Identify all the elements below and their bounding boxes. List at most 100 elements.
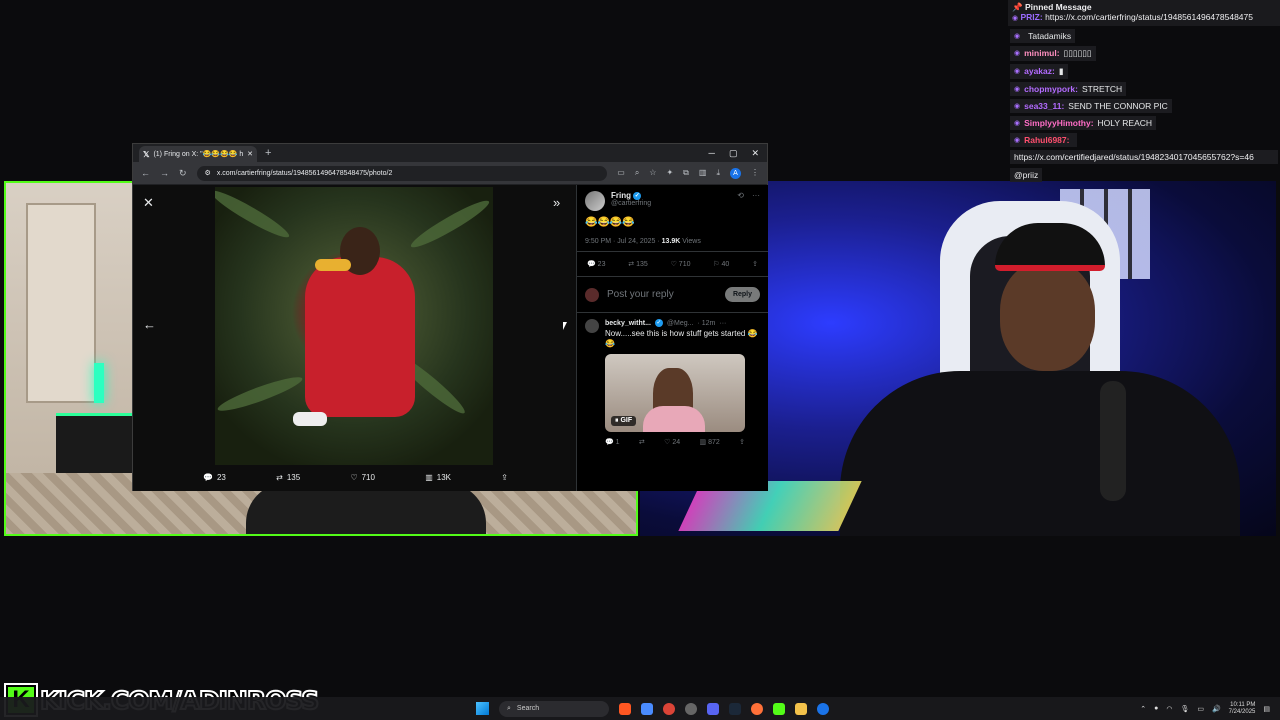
verified-badge-icon: ✓	[654, 319, 663, 327]
like-action[interactable]: ♡ 710	[350, 473, 375, 482]
reply-gif[interactable]: ⏸ GIF	[605, 353, 745, 432]
new-tab-button[interactable]: +	[265, 147, 271, 159]
chrome-icon[interactable]	[663, 702, 675, 715]
chat-username[interactable]: sea33_11:	[1024, 101, 1064, 111]
start-button-icon[interactable]	[476, 702, 489, 715]
chrome-active-icon[interactable]	[817, 702, 829, 715]
views-action[interactable]: ▥ 13K	[425, 473, 451, 482]
app-icon-2[interactable]	[641, 702, 653, 715]
download-icon[interactable]: ⤓	[716, 168, 720, 179]
notification-icon[interactable]: ▤	[1263, 705, 1270, 713]
author-name[interactable]: Fring	[611, 191, 631, 200]
reply-tweet[interactable]: becky_witht... ✓ @Meg... · 12m ··· Now..…	[577, 313, 768, 452]
collapse-panel-icon[interactable]: »	[553, 195, 560, 210]
close-viewer-icon[interactable]: ✕	[143, 195, 154, 211]
reply-like-stat[interactable]: ♡ 24	[664, 438, 680, 446]
author-handle[interactable]: @cartierfring	[611, 200, 651, 207]
grok-icon[interactable]: ⟲	[737, 191, 744, 200]
back-button[interactable]: ←	[141, 168, 150, 178]
reply-stat[interactable]: 💬 23	[587, 260, 605, 268]
menu-icon[interactable]: ⋮	[751, 168, 759, 179]
reply-repost-icon[interactable]: ⇄	[639, 438, 645, 446]
chat-text: ▯▯▯▯▯▯	[1063, 47, 1092, 58]
cast-icon[interactable]: ▭	[617, 168, 625, 179]
discord-icon[interactable]	[707, 702, 719, 715]
reply-text: Now.....see this is how stuff gets start…	[605, 329, 758, 349]
chat-username[interactable]: minimul:	[1024, 48, 1059, 58]
more-options-icon[interactable]: ···	[752, 191, 760, 200]
extensions-puzzle-icon[interactable]: ⧉	[683, 168, 689, 179]
reply-action[interactable]: 💬 23	[203, 473, 226, 482]
chat-text: STRETCH	[1081, 83, 1123, 94]
reply-more-icon[interactable]: ···	[719, 320, 726, 327]
author-avatar[interactable]	[585, 191, 605, 211]
wifi-icon[interactable]: ◠	[1166, 705, 1172, 713]
mic-icon[interactable]: 🎙	[1180, 705, 1189, 713]
repost-action[interactable]: ⇄ 135	[276, 473, 300, 482]
windows-taskbar: ⌕ Search ⌃ ● ◠ 🎙 ▭ 🔊 10:11 PM 7/24/2025 …	[0, 697, 1280, 720]
reply-input[interactable]: Post your reply	[607, 289, 717, 300]
share-action[interactable]: ⇪	[501, 473, 508, 482]
app-icon-1[interactable]	[619, 702, 631, 715]
reply-author-name[interactable]: becky_witht...	[605, 320, 651, 327]
close-window-button[interactable]: ✕	[751, 148, 759, 159]
taskbar-clock[interactable]: 10:11 PM 7/24/2025	[1229, 702, 1256, 715]
reply-views-stat[interactable]: ▥ 872	[700, 438, 720, 446]
maximize-button[interactable]: ▢	[729, 148, 738, 159]
taskbar-search[interactable]: ⌕ Search	[499, 700, 609, 717]
user-badge-icon: ◉	[1014, 32, 1021, 40]
tweet-photo[interactable]	[215, 187, 493, 465]
chat-message: ◉ SimplyyHimothy: HOLY REACH	[1010, 115, 1157, 130]
site-info-icon[interactable]: ⚙	[205, 169, 211, 177]
reply-author-avatar[interactable]	[585, 319, 599, 333]
user-avatar	[585, 287, 599, 302]
share-stat-icon[interactable]: ⇪	[752, 260, 758, 268]
close-tab-icon[interactable]: ✕	[247, 150, 253, 158]
file-explorer-icon[interactable]	[795, 702, 807, 715]
like-stat-count: 710	[678, 261, 691, 268]
chat-username[interactable]: SimplyyHimothy:	[1024, 118, 1093, 128]
profile-avatar[interactable]: A	[730, 167, 741, 179]
url-field[interactable]: ⚙ x.com/cartierfring/status/194856149647…	[196, 165, 608, 181]
tweet-timestamp[interactable]: 9:50 PM · Jul 24, 2025 ·	[585, 238, 662, 245]
repost-stat[interactable]: ⇄ 135	[628, 260, 648, 268]
tray-app-icon[interactable]: ●	[1154, 705, 1158, 712]
zoom-icon[interactable]: ⌕	[635, 168, 639, 179]
reply-button[interactable]: Reply	[724, 287, 760, 302]
reply-age: · 12m	[697, 319, 716, 327]
previous-photo-arrow-icon[interactable]: ←	[143, 317, 156, 332]
reply-views-count: 872	[708, 438, 720, 446]
reply-like-count: 24	[672, 438, 681, 446]
bookmark-star-icon[interactable]: ☆	[649, 168, 656, 179]
bookmark-stat[interactable]: ⚐ 40	[713, 260, 729, 268]
pinned-user: PRIZ:	[1020, 11, 1043, 22]
chat-username[interactable]: ayakaz:	[1024, 66, 1055, 76]
reply-author-handle: @Meg...	[666, 319, 694, 327]
display-icon[interactable]: ▭	[1197, 705, 1204, 713]
chat-username[interactable]: Rahul6987:	[1024, 135, 1069, 145]
minimize-button[interactable]: ─	[709, 148, 715, 159]
forward-button[interactable]: →	[160, 168, 169, 178]
user-badge-icon: ◉	[1012, 14, 1019, 22]
kick-app-icon[interactable]	[773, 702, 785, 715]
app-icon-3[interactable]	[685, 702, 697, 715]
reply-reply-stat[interactable]: 💬 1	[605, 438, 620, 446]
reload-button[interactable]: ↻	[179, 168, 187, 179]
steam-icon[interactable]	[729, 702, 741, 715]
extension-icon[interactable]: ✦	[666, 168, 673, 179]
pinned-text: https://x.com/cartierfring/status/194856…	[1045, 11, 1253, 22]
sidebar-icon[interactable]: ▥	[699, 168, 707, 179]
tray-chevron-icon[interactable]: ⌃	[1140, 705, 1146, 713]
like-stat[interactable]: ♡ 710	[671, 260, 691, 268]
share-icon: ⇪	[501, 473, 508, 482]
app-icon-4[interactable]	[751, 702, 763, 715]
reply-share-icon[interactable]: ⇪	[739, 438, 745, 446]
volume-icon[interactable]: 🔊	[1212, 705, 1221, 713]
mouse-cursor-icon	[563, 322, 571, 330]
chat-message: ◉ Rahul6987:	[1010, 132, 1078, 147]
browser-tab[interactable]: 𝕏 (1) Fring on X: "😂😂😂😂 ht ✕	[139, 146, 257, 162]
reply-count: 23	[216, 473, 226, 482]
chat-text: HOLY REACH	[1097, 117, 1153, 128]
chat-username[interactable]: chopmypork:	[1024, 84, 1078, 94]
repost-icon: ⇄	[276, 473, 283, 482]
